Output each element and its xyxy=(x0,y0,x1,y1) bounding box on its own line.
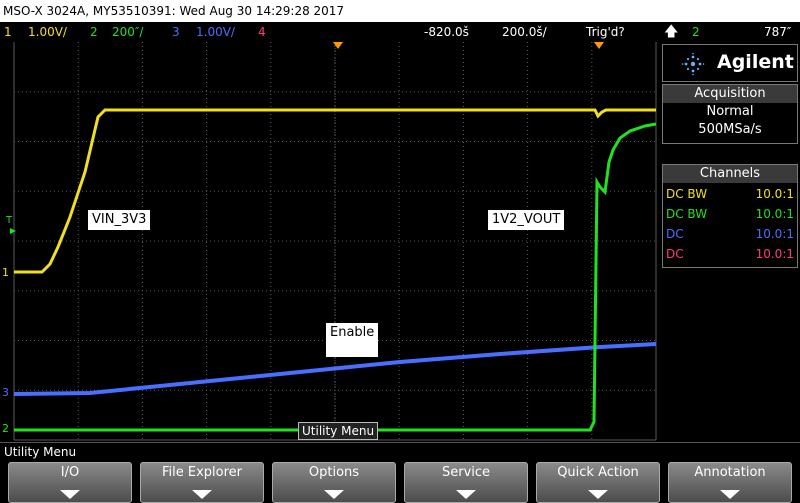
channel-row-2[interactable]: DC BW 10.0:1 xyxy=(663,204,797,224)
softkey-annotation[interactable]: Annotation xyxy=(668,462,792,503)
softkey-bar: I/O File Explorer Options Service Quick … xyxy=(0,460,800,503)
ch3-number[interactable]: 3 xyxy=(172,22,180,42)
time-offset[interactable]: -820.0š xyxy=(424,22,469,42)
instrument-title: MSO-X 3024A, MY53510391: Wed Aug 30 14:2… xyxy=(3,4,345,18)
ch1-ground-marker[interactable]: 1 xyxy=(2,266,9,279)
softkey-io[interactable]: I/O xyxy=(8,462,132,503)
ch2-probe-ratio: 10.0:1 xyxy=(755,207,794,221)
ch1-number[interactable]: 1 xyxy=(4,22,12,42)
label-vin[interactable]: VIN_3V3 xyxy=(88,210,151,230)
softkey-options[interactable]: Options xyxy=(272,462,396,503)
channel-row-4[interactable]: DC 10.0:1 xyxy=(663,244,797,264)
ch3-ground-marker[interactable]: 3 xyxy=(2,386,9,399)
softkey-down-arrow-icon xyxy=(324,490,344,499)
softkey-file-explorer-label: File Explorer xyxy=(161,465,242,480)
softkey-down-arrow-icon xyxy=(588,490,608,499)
ch4-number[interactable]: 4 xyxy=(258,22,266,42)
trigger-level-arrow-icon xyxy=(10,228,16,234)
agilent-spark-icon xyxy=(681,52,705,76)
ch4-probe-ratio: 10.0:1 xyxy=(755,247,794,261)
softkey-quick-action[interactable]: Quick Action xyxy=(536,462,660,503)
status-bar: 1 1.00V/ 2 200″/ 3 1.00V/ 4 -820.0š 200.… xyxy=(0,22,800,42)
menu-title: Utility Menu xyxy=(4,445,77,459)
ch2-scale[interactable]: 200″/ xyxy=(112,22,143,42)
acquisition-header: Acquisition xyxy=(663,85,797,103)
acquisition-box[interactable]: Acquisition Normal 500MSa/s xyxy=(662,84,798,144)
softkey-annotation-label: Annotation xyxy=(694,465,766,480)
label-enable[interactable]: Enable xyxy=(326,323,379,357)
ch1-coupling: DC BW xyxy=(666,187,708,201)
acquisition-mode: Normal xyxy=(706,104,754,119)
trigger-level[interactable]: 787″ xyxy=(764,22,791,42)
brand-box: Agilent xyxy=(662,44,798,82)
ch2-coupling: DC BW xyxy=(666,207,708,221)
ch3-probe-ratio: 10.0:1 xyxy=(755,227,794,241)
time-scale[interactable]: 200.0š/ xyxy=(502,22,547,42)
channel-row-1[interactable]: DC BW 10.0:1 xyxy=(663,184,797,204)
ch3-coupling: DC xyxy=(666,227,684,241)
softkey-down-arrow-icon xyxy=(60,490,80,499)
ch3-scale[interactable]: 1.00V/ xyxy=(196,22,235,42)
trigger-level-marker[interactable]: T xyxy=(5,215,13,226)
waveform-svg: 1 3 2 T xyxy=(2,42,657,441)
brand-name: Agilent xyxy=(717,51,794,73)
softkey-service-label: Service xyxy=(441,465,491,480)
softkey-quick-action-label: Quick Action xyxy=(557,465,639,480)
sample-rate: 500MSa/s xyxy=(698,122,762,137)
ch2-number[interactable]: 2 xyxy=(90,22,98,42)
softkey-file-explorer[interactable]: File Explorer xyxy=(140,462,264,503)
graticule xyxy=(13,42,657,441)
menu-title-bar: Utility Menu xyxy=(0,442,800,461)
softkey-down-arrow-icon xyxy=(192,490,212,499)
softkey-service[interactable]: Service xyxy=(404,462,528,503)
trigger-delay-marker[interactable] xyxy=(594,42,604,49)
trigger-edge-icon: 🡅 xyxy=(664,24,679,40)
utility-menu-tab[interactable]: Utility Menu xyxy=(298,422,379,440)
waveform-display[interactable]: 1 3 2 T VIN_3V3 1V2_VOUT Enable Utility … xyxy=(0,42,660,442)
channel-row-3[interactable]: DC 10.0:1 xyxy=(663,224,797,244)
softkey-down-arrow-icon xyxy=(720,490,740,499)
softkey-io-label: I/O xyxy=(60,465,80,480)
softkey-options-label: Options xyxy=(308,465,360,480)
ch2-ground-marker[interactable]: 2 xyxy=(2,422,9,435)
ch1-probe-ratio: 10.0:1 xyxy=(755,187,794,201)
info-panel: Agilent Acquisition Normal 500MSa/s Chan… xyxy=(660,42,800,442)
title-bar: MSO-X 3024A, MY53510391: Wed Aug 30 14:2… xyxy=(0,0,800,22)
trigger-source[interactable]: 2 xyxy=(692,22,700,42)
ch1-scale[interactable]: 1.00V/ xyxy=(28,22,67,42)
channels-header: Channels xyxy=(663,165,797,183)
channels-box[interactable]: Channels DC BW 10.0:1 DC BW 10.0:1 DC 10… xyxy=(662,164,798,268)
label-vout[interactable]: 1V2_VOUT xyxy=(488,210,565,230)
trigger-status: Trig'd? xyxy=(586,25,625,39)
softkey-down-arrow-icon xyxy=(456,490,476,499)
ch4-coupling: DC xyxy=(666,247,684,261)
